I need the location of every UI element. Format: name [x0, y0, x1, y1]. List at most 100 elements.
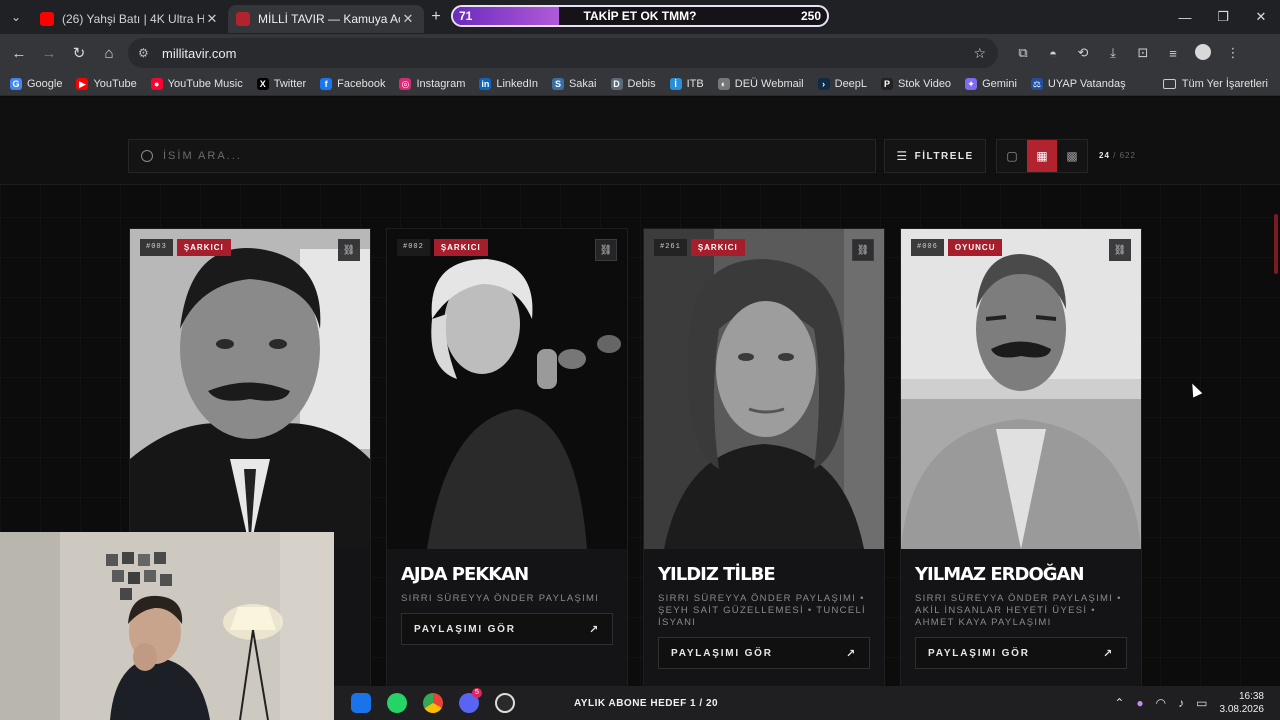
person-photo [130, 229, 370, 549]
incognito-icon[interactable]: ◓ [1038, 46, 1068, 61]
category-badge: ŞARKICI [176, 239, 231, 256]
bookmark-item[interactable]: ◎ Instagram [399, 77, 465, 90]
chrome-icon[interactable] [418, 688, 448, 718]
profile-avatar[interactable] [1188, 43, 1218, 63]
whatsapp-icon[interactable] [382, 688, 412, 718]
person-card[interactable]: #002 ŞARKICI ⛓ AJDA PEKKAN SIRRI SÜREYYA… [386, 228, 628, 686]
bookmark-icon: ▶ [76, 77, 89, 90]
chevron-up-icon[interactable]: ⌃ [1114, 696, 1124, 710]
tab-youtube[interactable]: (26) Yahşi Batı | 4K Ultra HD - Y ✕ [32, 5, 228, 33]
dense-grid-view-icon[interactable]: ▩ [1057, 140, 1087, 172]
site-info-icon[interactable]: ⚙ [138, 46, 154, 60]
view-share-button[interactable]: PAYLAŞIMI GÖR ↗ [915, 637, 1127, 669]
link-icon[interactable]: ⛓ [1109, 239, 1131, 261]
bookmark-icon: G [10, 77, 22, 90]
history-icon[interactable]: ⟲ [1068, 45, 1098, 61]
card-number: #002 [397, 239, 430, 256]
bookmark-label: DeepL [834, 77, 868, 90]
minimize-button[interactable]: — [1166, 0, 1204, 34]
view-share-button[interactable]: PAYLAŞIMI GÖR ↗ [658, 637, 870, 669]
media-icon[interactable]: ≡ [1158, 46, 1188, 61]
card-number: #261 [654, 239, 687, 256]
new-tab-button[interactable]: + [424, 8, 448, 26]
cta-label: PAYLAŞIMI GÖR [928, 647, 1030, 659]
bookmark-item[interactable]: ✦ Gemini [965, 77, 1017, 90]
bookmark-item[interactable]: › DeepL [817, 77, 868, 90]
clock[interactable]: 16:38 3.08.2026 [1220, 690, 1265, 716]
bookmark-item[interactable]: P Stok Video [881, 77, 951, 90]
extensions-icon[interactable]: ⧉ [1008, 45, 1038, 61]
forward-button[interactable]: → [34, 45, 64, 62]
battery-icon[interactable]: ▭ [1196, 696, 1207, 710]
person-name: YILDIZ TİLBE [658, 564, 776, 585]
bookmark-item[interactable]: D Debis [610, 77, 656, 90]
bookmark-item[interactable]: in LinkedIn [479, 77, 538, 90]
single-view-icon[interactable]: ▢ [997, 140, 1027, 172]
webcam-overlay [0, 532, 334, 720]
bookmarks-bar: G Google ▶ YouTube ● YouTube Music X Twitter f Fa… [0, 72, 1280, 96]
taskbar: 5 AYLIK ABONE HEDEF 1 / 20 ⌃ ● ◠ ♪ ▭ 16:… [334, 686, 1280, 720]
view-share-button[interactable]: PAYLAŞIMI GÖR ↗ [401, 613, 613, 645]
person-name: YILMAZ ERDOĞAN [915, 564, 1085, 585]
link-icon[interactable]: ⛓ [595, 239, 617, 261]
link-icon[interactable]: ⛓ [338, 239, 360, 261]
filter-button[interactable]: ☰ FİLTRELE [884, 139, 986, 173]
promo-progress-bar: 71 TAKİP ET OK TMM? 250 [451, 5, 829, 27]
wifi-icon[interactable]: ◠ [1156, 696, 1166, 710]
microphone-icon[interactable]: ● [1136, 696, 1143, 710]
volume-icon[interactable]: ♪ [1178, 696, 1184, 710]
window-controls: — ❐ ✕ [1166, 0, 1280, 34]
menu-icon[interactable]: ⋮ [1218, 45, 1248, 61]
result-count: 24 / 622 [1099, 151, 1136, 160]
tab-title: MİLLİ TAVIR — Kamuya Açık Pa [258, 12, 400, 26]
bookmark-item[interactable]: G Google [10, 77, 62, 90]
home-button[interactable]: ⌂ [94, 45, 124, 62]
card-tags: #261 ŞARKICI [654, 239, 745, 256]
tab-millitavir[interactable]: MİLLİ TAVIR — Kamuya Açık Pa ✕ [228, 5, 424, 33]
promo-right-count: 250 [800, 9, 821, 23]
translate-icon[interactable]: ⊡ [1128, 45, 1158, 61]
bookmark-item[interactable]: S Sakai [551, 77, 597, 90]
person-card[interactable]: #261 ŞARKICI ⛓ YILDIZ TİLBE SIRRI SÜREYY… [643, 228, 885, 686]
bookmark-item[interactable]: X Twitter [256, 77, 307, 90]
download-icon[interactable]: ⤓ [1098, 45, 1128, 61]
bookmark-item[interactable]: ▶ YouTube [76, 77, 137, 90]
count-shown: 24 [1099, 151, 1110, 160]
address-bar[interactable]: ⚙ millitavir.com ☆ [128, 38, 998, 68]
close-icon[interactable]: ✕ [400, 11, 416, 27]
bookmark-item[interactable]: ⚖ UYAP Vatandaş [1030, 77, 1126, 90]
bookmark-item[interactable]: ● YouTube Music [150, 77, 243, 90]
bookmark-item[interactable]: f Facebook [320, 77, 385, 90]
link-icon[interactable]: ⛓ [852, 239, 874, 261]
bookmark-icon: ● [150, 77, 163, 90]
close-icon[interactable]: ✕ [204, 11, 220, 27]
cta-label: PAYLAŞIMI GÖR [671, 647, 773, 659]
person-card[interactable]: #006 OYUNCU ⛓ YILMAZ ERDOĞAN SIRRI SÜREY… [900, 228, 1142, 686]
category-badge: ŞARKICI [433, 239, 488, 256]
card-tags: #006 OYUNCU [911, 239, 1003, 256]
arrow-up-right-icon: ↗ [1102, 647, 1114, 660]
all-bookmarks-button[interactable]: Tüm Yer İşaretleri [1162, 78, 1268, 90]
reload-button[interactable]: ↻ [64, 44, 94, 62]
bookmark-icon: ✦ [965, 77, 978, 90]
mail-app-icon[interactable] [346, 688, 376, 718]
obs-icon[interactable] [490, 688, 520, 718]
discord-icon[interactable]: 5 [454, 688, 484, 718]
bookmark-icon: ⚖ [1030, 77, 1043, 90]
date: 3.08.2026 [1219, 704, 1265, 715]
grid-view-icon[interactable]: ▦ [1027, 140, 1057, 172]
filter-bar: İSİM ARA... ☰ FİLTRELE ▢ ▦ ▩ 24 / 622 [0, 97, 1280, 185]
bookmark-star-icon[interactable]: ☆ [973, 45, 986, 62]
search-input[interactable]: İSİM ARA... [128, 139, 876, 173]
bookmark-label: Twitter [273, 77, 307, 90]
bookmark-item[interactable]: İ ITB [669, 77, 704, 90]
person-photo [644, 229, 884, 549]
tab-search-button[interactable]: ⌄ [0, 0, 32, 34]
restore-button[interactable]: ❐ [1204, 0, 1242, 34]
scrollbar-thumb[interactable] [1274, 214, 1278, 274]
back-button[interactable]: ← [4, 45, 34, 62]
person-photo [387, 229, 627, 549]
card-number: #006 [911, 239, 944, 256]
close-window-button[interactable]: ✕ [1242, 0, 1280, 34]
bookmark-item[interactable]: ◐ DEÜ Webmail [717, 77, 804, 90]
